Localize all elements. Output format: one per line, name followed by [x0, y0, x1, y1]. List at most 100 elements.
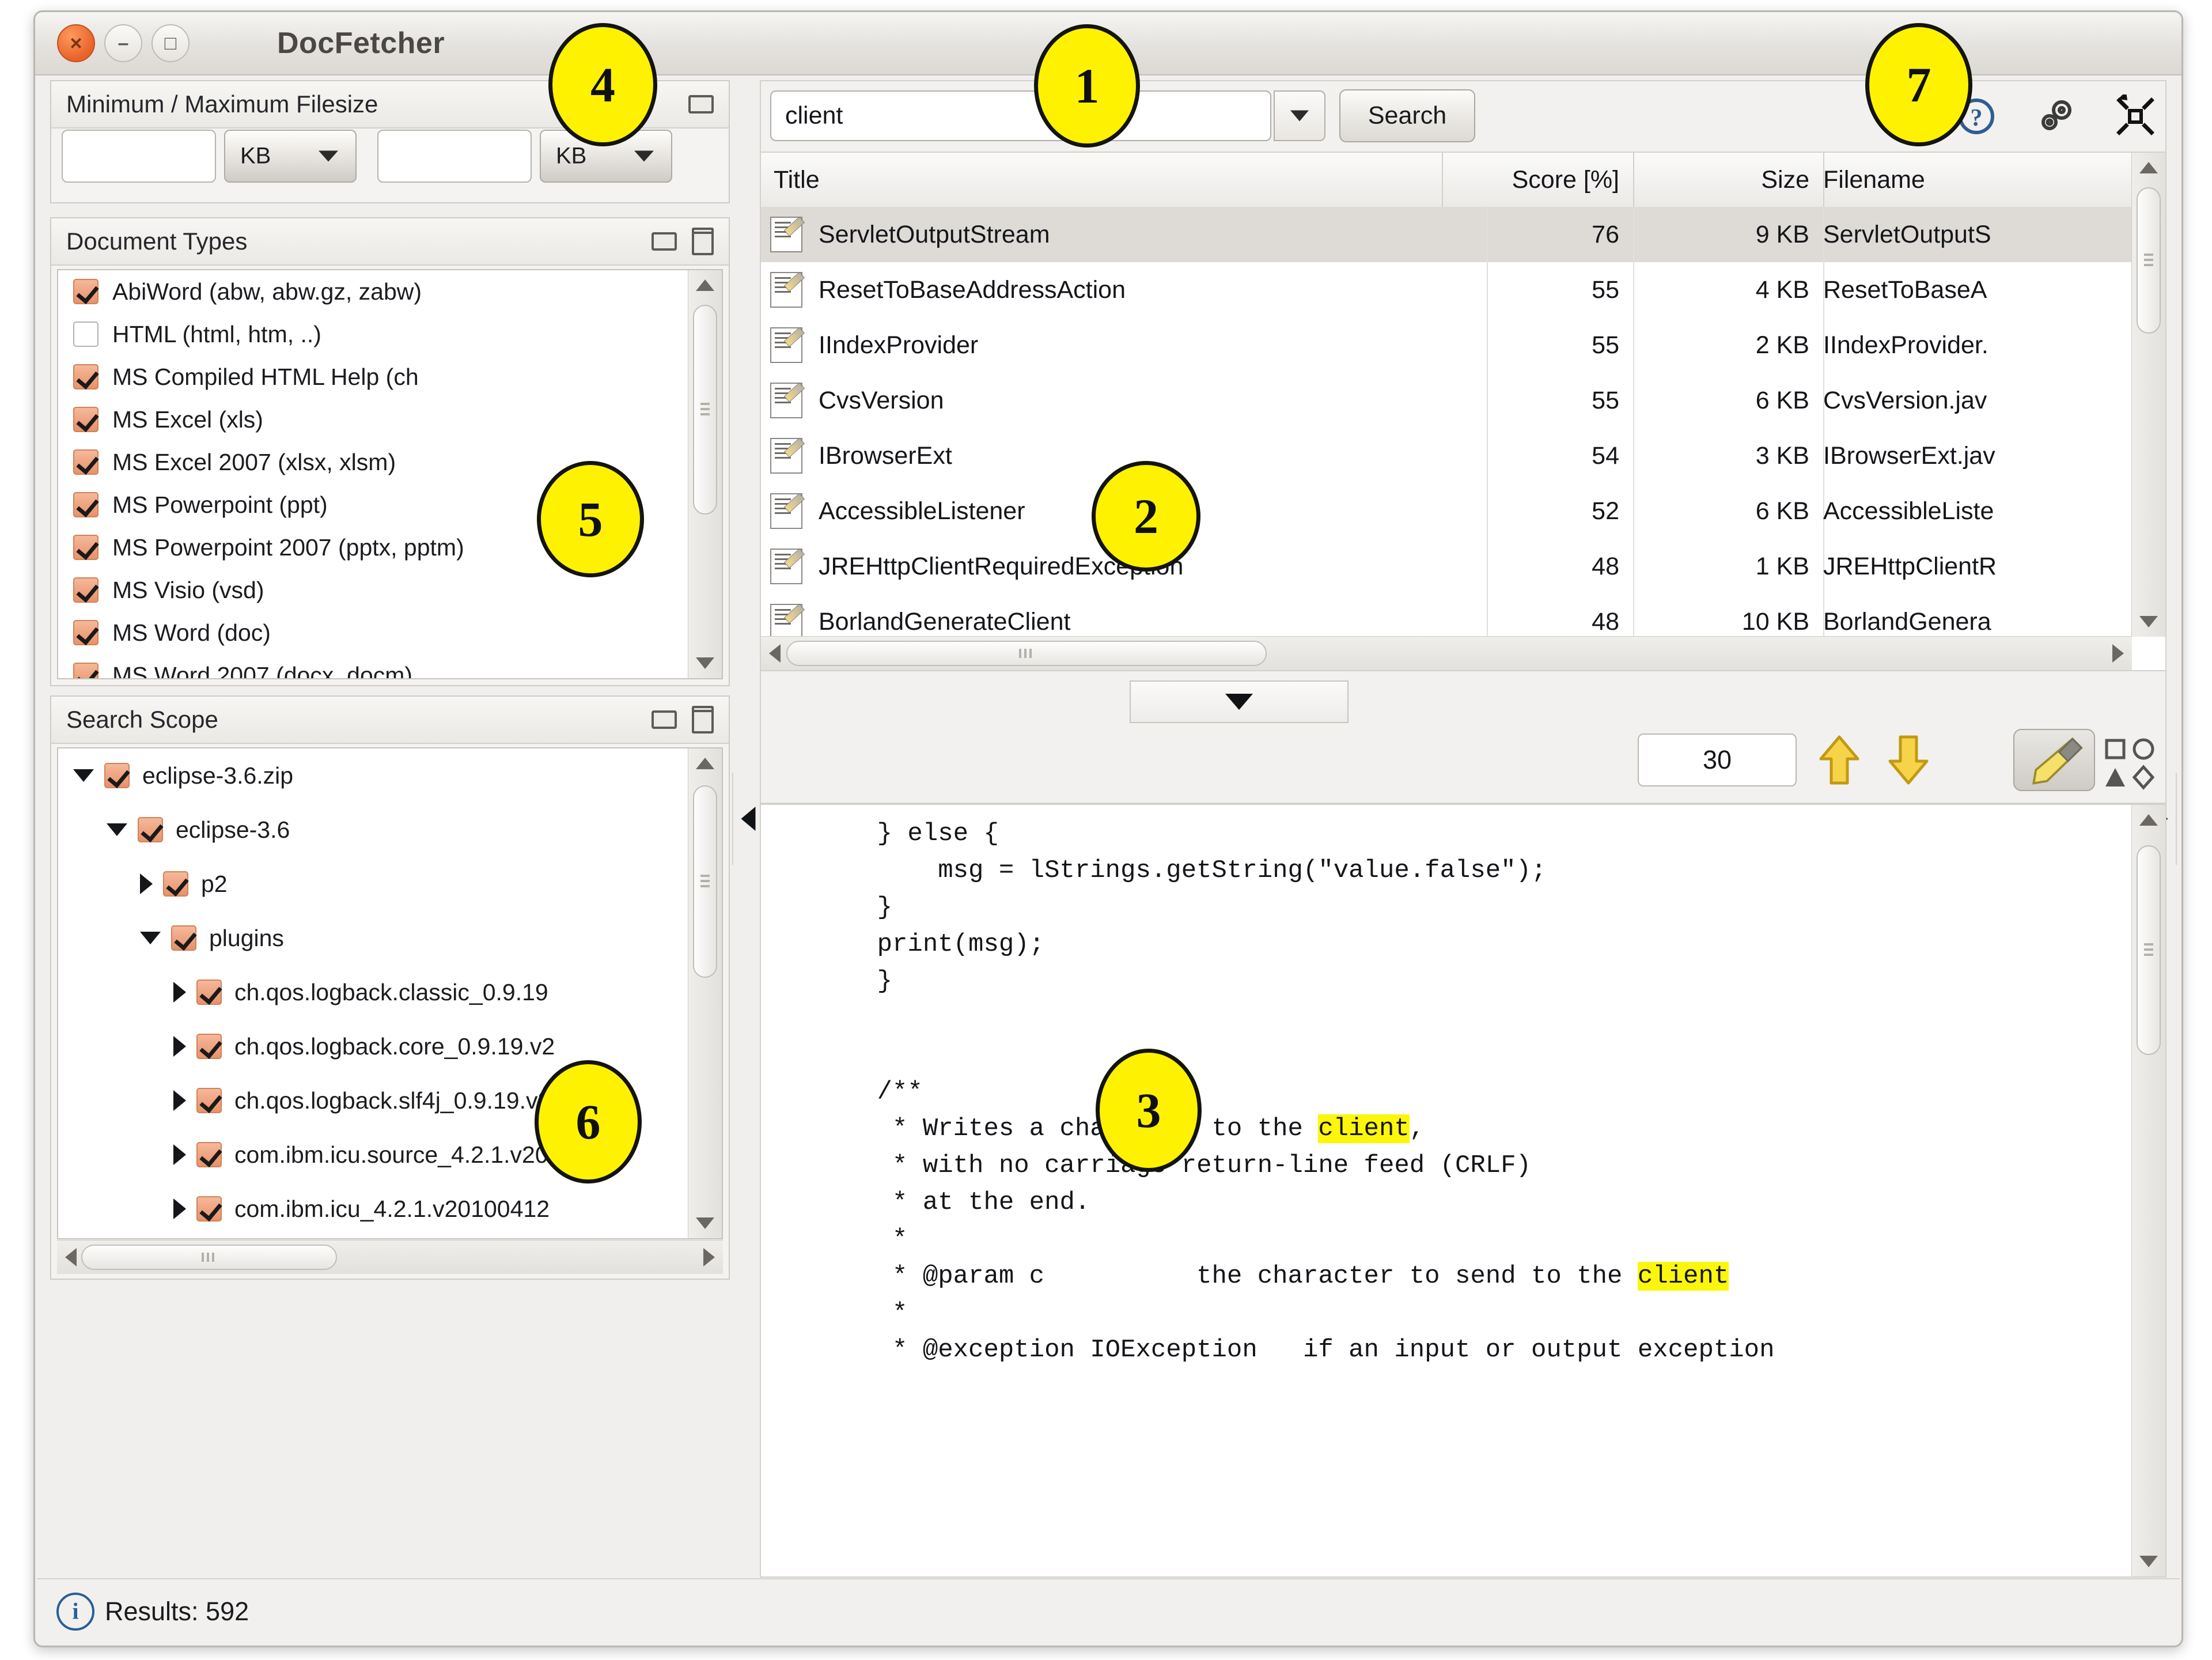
checkbox-checked-icon[interactable] — [73, 663, 99, 678]
checkbox-checked-icon[interactable] — [73, 620, 99, 645]
scroll-up-icon[interactable] — [696, 279, 714, 291]
max-filesize-input[interactable] — [377, 130, 532, 183]
checkbox-checked-icon[interactable] — [73, 577, 99, 603]
scope-vertical-scrollbar[interactable] — [688, 748, 722, 1238]
doctypes-vertical-scrollbar[interactable] — [688, 270, 722, 678]
checkbox-checked-icon[interactable] — [73, 407, 99, 432]
document-type-item[interactable]: MS Word 2007 (docx, docm) — [58, 654, 688, 678]
scope-tree-item[interactable]: p2 — [58, 857, 688, 911]
triangle-right-icon[interactable] — [173, 982, 186, 1003]
search-input[interactable]: client — [770, 90, 1271, 141]
minimize-to-tray-icon[interactable] — [2113, 91, 2157, 138]
column-header-title[interactable]: Title — [761, 153, 1443, 207]
checkbox-checked-icon[interactable] — [73, 535, 99, 560]
triangle-down-icon[interactable] — [140, 932, 161, 944]
scroll-down-icon[interactable] — [696, 1217, 714, 1229]
page-number-input[interactable]: 30 — [1638, 733, 1797, 786]
table-row[interactable]: JREHttpClientRequiredException 48 1 KB JREH… — [761, 539, 2132, 594]
minimize-window-button[interactable]: – — [104, 24, 142, 62]
scroll-down-icon[interactable] — [2139, 616, 2158, 627]
triangle-right-icon[interactable] — [140, 874, 153, 894]
checkbox-checked-icon[interactable] — [171, 925, 196, 951]
triangle-right-icon[interactable] — [173, 1090, 186, 1111]
column-header-size[interactable]: Size — [1619, 153, 1824, 207]
document-type-item[interactable]: MS Excel (xls) — [58, 398, 688, 441]
results-horizontal-scrollbar[interactable] — [761, 636, 2132, 670]
scroll-left-icon[interactable] — [65, 1248, 77, 1266]
scope-tree-item[interactable]: ch.qos.logback.classic_0.9.19 — [58, 965, 688, 1019]
min-filesize-input[interactable] — [62, 130, 216, 183]
scope-tree-item[interactable]: com.jcraft.jsch.source_0.1.41. — [58, 1236, 688, 1238]
scroll-thumb[interactable] — [2137, 845, 2161, 1055]
checkbox-checked-icon[interactable] — [73, 279, 99, 304]
scope-tree-item[interactable]: eclipse-3.6 — [58, 803, 688, 857]
document-type-item[interactable]: MS Word (doc) — [58, 611, 688, 654]
checkbox-checked-icon[interactable] — [196, 1088, 222, 1113]
scope-minimize-icon[interactable] — [652, 710, 677, 729]
checkbox-checked-icon[interactable] — [104, 763, 130, 788]
triangle-down-icon[interactable] — [107, 823, 127, 836]
checkbox-checked-icon[interactable] — [196, 1142, 222, 1167]
column-header-filename[interactable]: Filename — [1809, 153, 2132, 207]
highlight-toggle-button[interactable] — [2013, 729, 2095, 791]
document-type-item[interactable]: MS Compiled HTML Help (ch — [58, 356, 688, 398]
triangle-right-icon[interactable] — [173, 1036, 186, 1057]
search-history-dropdown[interactable] — [1274, 90, 1325, 141]
table-row[interactable]: ResetToBaseAddressAction 55 4 KB ResetToBas… — [761, 262, 2132, 317]
table-row[interactable]: IIndexProvider 55 2 KB IIndexProvider. — [761, 317, 2132, 373]
table-row[interactable]: AccessibleListener 52 6 KB AccessibleListe — [761, 483, 2132, 539]
scroll-right-icon[interactable] — [703, 1248, 715, 1266]
preview-pane[interactable]: } else { msg = lStrings.getString("value… — [760, 804, 2166, 1578]
table-row[interactable]: BorlandGenerateClient 48 10 KB BorlandGener… — [761, 594, 2132, 637]
scroll-up-icon[interactable] — [2139, 162, 2158, 173]
scope-tree-item[interactable]: plugins — [58, 911, 688, 965]
document-type-item[interactable]: AbiWord (abw, abw.gz, zabw) — [58, 270, 688, 313]
scroll-up-icon[interactable] — [2139, 814, 2158, 826]
document-type-item[interactable]: HTML (html, htm, ..) — [58, 313, 688, 356]
results-vertical-scrollbar[interactable] — [2131, 153, 2165, 637]
triangle-right-icon[interactable] — [173, 1198, 186, 1219]
collapse-preview-button[interactable] — [1130, 680, 1349, 723]
table-row[interactable]: CvsVersion 55 6 KB CvsVersion.jav — [761, 373, 2132, 428]
shapes-icon[interactable] — [2102, 736, 2157, 791]
table-row[interactable]: IBrowserExt 54 3 KB IBrowserExt.jav — [761, 428, 2132, 483]
checkbox-checked-icon[interactable] — [163, 871, 188, 897]
scroll-left-icon[interactable] — [769, 644, 781, 663]
filesize-panel-minimize-icon[interactable] — [688, 95, 714, 114]
search-button[interactable]: Search — [1339, 89, 1475, 142]
scroll-thumb[interactable] — [693, 305, 717, 515]
scope-tree-item[interactable]: com.ibm.icu_4.2.1.v20100412 — [58, 1182, 688, 1236]
preferences-gears-icon[interactable] — [2034, 94, 2078, 138]
checkbox-checked-icon[interactable] — [196, 980, 222, 1005]
column-header-score[interactable]: Score [%] — [1429, 153, 1634, 207]
checkbox-checked-icon[interactable] — [196, 1196, 222, 1222]
scroll-down-icon[interactable] — [2139, 1556, 2158, 1567]
scroll-thumb[interactable] — [693, 785, 717, 978]
arrow-up-icon[interactable] — [1813, 732, 1866, 788]
triangle-right-icon[interactable] — [173, 1144, 186, 1165]
scroll-down-icon[interactable] — [696, 657, 714, 669]
scope-tree-item[interactable]: eclipse-3.6.zip — [58, 748, 688, 803]
table-row[interactable]: ServletOutputStream 76 9 KB ServletOutputS — [761, 207, 2132, 262]
scroll-up-icon[interactable] — [696, 758, 714, 769]
scroll-thumb[interactable] — [786, 641, 1267, 666]
checkbox-unchecked-icon[interactable] — [73, 322, 99, 347]
checkbox-checked-icon[interactable] — [73, 449, 99, 475]
checkbox-checked-icon[interactable] — [138, 817, 163, 842]
checkbox-checked-icon[interactable] — [73, 364, 99, 390]
arrow-down-icon[interactable] — [1882, 732, 1935, 788]
scope-restore-icon[interactable] — [692, 706, 714, 733]
triangle-down-icon[interactable] — [73, 769, 94, 782]
doctypes-restore-icon[interactable] — [692, 228, 714, 255]
preview-vertical-scrollbar[interactable] — [2131, 805, 2165, 1576]
scope-horizontal-scrollbar[interactable] — [57, 1240, 723, 1274]
maximize-window-button[interactable]: □ — [151, 24, 190, 62]
scroll-thumb[interactable] — [2137, 187, 2161, 334]
scroll-thumb[interactable] — [81, 1245, 337, 1270]
checkbox-checked-icon[interactable] — [196, 1034, 222, 1059]
close-window-button[interactable]: × — [57, 24, 95, 62]
checkbox-checked-icon[interactable] — [73, 492, 99, 517]
doctypes-minimize-icon[interactable] — [652, 232, 677, 251]
scroll-right-icon[interactable] — [2112, 644, 2124, 663]
min-filesize-unit-select[interactable]: KB — [224, 130, 357, 183]
